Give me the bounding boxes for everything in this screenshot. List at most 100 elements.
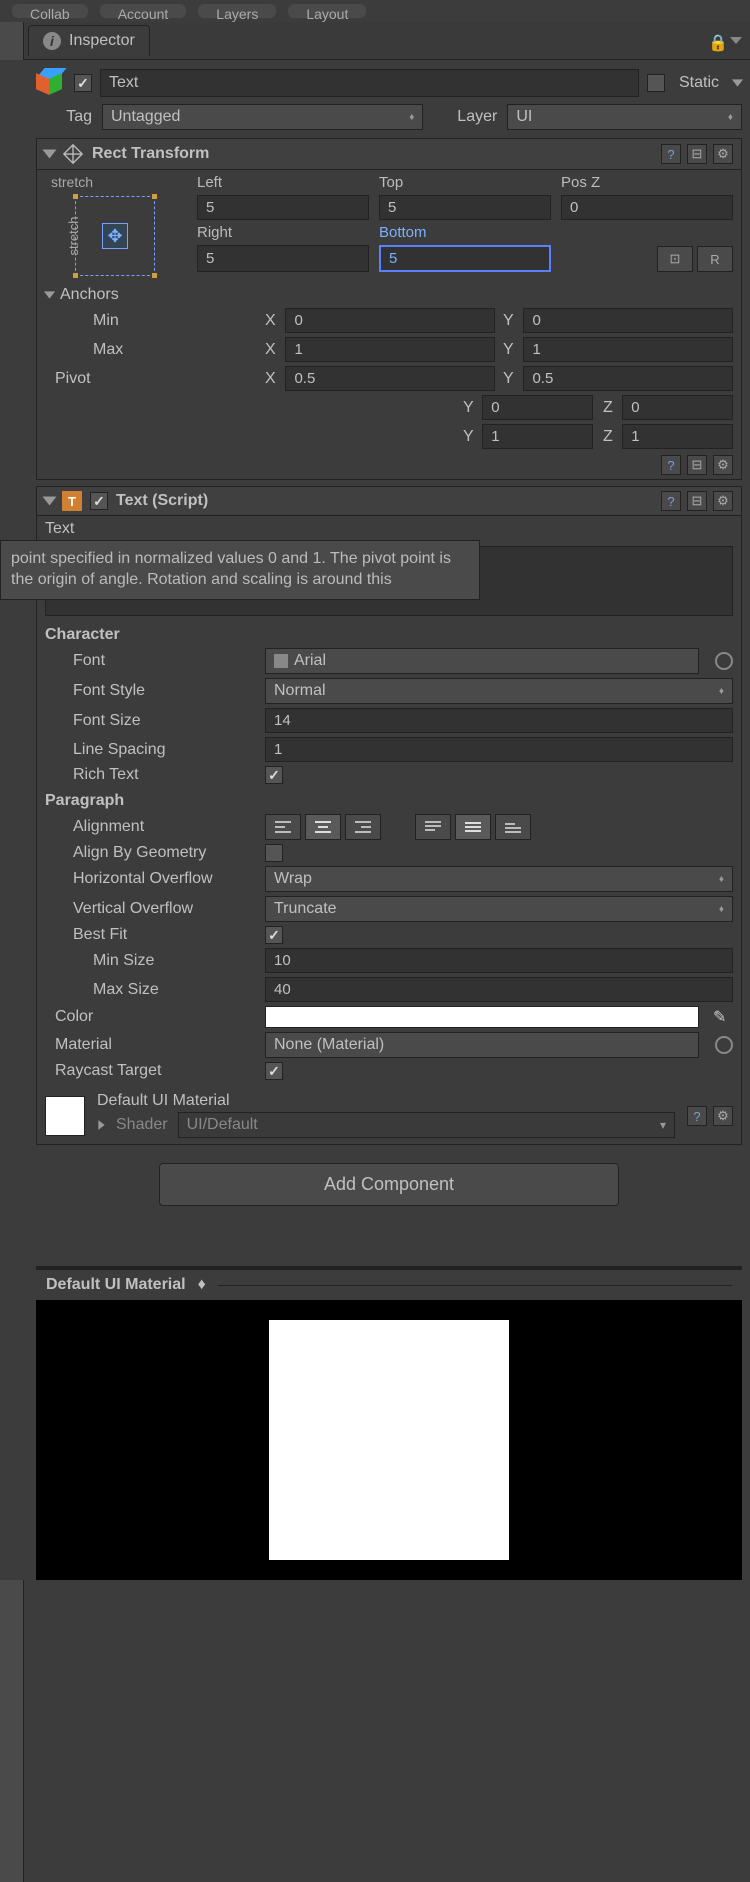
material-label: Material bbox=[45, 1036, 255, 1054]
gameobject-name-input[interactable] bbox=[100, 69, 639, 97]
max-size-input[interactable] bbox=[265, 977, 733, 1002]
font-size-input[interactable] bbox=[265, 708, 733, 733]
raw-edit-button[interactable]: R bbox=[697, 246, 733, 272]
bottom-input[interactable] bbox=[379, 245, 551, 272]
foldout-icon bbox=[44, 291, 55, 298]
font-label: Font bbox=[45, 652, 255, 670]
panel-options-icon[interactable] bbox=[730, 37, 742, 44]
material-section: Default UI Material Shader UI/Default▾ ?… bbox=[37, 1082, 741, 1144]
anchor-max-x-input[interactable] bbox=[285, 337, 495, 362]
gameobject-header: Static bbox=[36, 64, 742, 102]
shader-label: Shader bbox=[116, 1116, 168, 1134]
tab-inspector[interactable]: i Inspector bbox=[28, 25, 150, 56]
blueprint-mode-button[interactable]: ⊡ bbox=[657, 246, 693, 272]
pivot-x-input[interactable] bbox=[285, 366, 495, 391]
left-input[interactable] bbox=[197, 195, 369, 220]
gear-icon[interactable]: ⚙ bbox=[713, 491, 733, 511]
text-component-title: Text (Script) bbox=[116, 492, 208, 510]
preview-drag-handle[interactable]: ♦ bbox=[198, 1276, 206, 1294]
toolbar-layout[interactable]: Layout bbox=[288, 4, 366, 18]
help-icon[interactable]: ? bbox=[661, 455, 681, 475]
horizontal-overflow-label: Horizontal Overflow bbox=[45, 870, 255, 888]
min-size-input[interactable] bbox=[265, 948, 733, 973]
layer-dropdown[interactable]: UI bbox=[507, 104, 742, 130]
gameobject-active-checkbox[interactable] bbox=[74, 74, 92, 92]
bottom-label: Bottom bbox=[379, 224, 551, 241]
static-checkbox[interactable] bbox=[647, 74, 665, 92]
cube-icon[interactable] bbox=[36, 68, 66, 98]
static-dropdown-icon[interactable] bbox=[732, 79, 743, 86]
shader-dropdown[interactable]: UI/Default▾ bbox=[178, 1112, 675, 1138]
font-asset-icon bbox=[274, 654, 288, 668]
line-spacing-label: Line Spacing bbox=[45, 741, 255, 759]
align-left-button[interactable] bbox=[265, 814, 301, 840]
anchor-preset-button[interactable]: stretch ✥ bbox=[75, 196, 155, 276]
scale-y-input[interactable] bbox=[482, 424, 593, 449]
best-fit-checkbox[interactable] bbox=[265, 926, 283, 944]
right-input[interactable] bbox=[197, 245, 369, 272]
align-by-geometry-checkbox[interactable] bbox=[265, 844, 283, 862]
font-field[interactable]: Arial bbox=[265, 648, 699, 674]
eyedropper-icon[interactable]: ✎ bbox=[713, 1007, 733, 1027]
tag-layer-row: Tag Untagged Layer UI bbox=[36, 102, 742, 132]
toolbar-layers[interactable]: Layers bbox=[198, 4, 276, 18]
anchor-min-y-input[interactable] bbox=[523, 308, 733, 333]
lock-icon[interactable]: 🔒 bbox=[708, 33, 724, 49]
rotation-z-input[interactable] bbox=[622, 395, 733, 420]
horizontal-overflow-dropdown[interactable]: Wrap bbox=[265, 866, 733, 892]
material-field[interactable]: None (Material) bbox=[265, 1032, 699, 1058]
tag-label: Tag bbox=[36, 108, 92, 126]
anchor-max-y-input[interactable] bbox=[523, 337, 733, 362]
help-icon[interactable]: ? bbox=[661, 491, 681, 511]
anchor-min-x-input[interactable] bbox=[285, 308, 495, 333]
inspector-panel: Static Tag Untagged Layer UI Rect Transf… bbox=[0, 60, 750, 1580]
foldout-icon[interactable] bbox=[98, 1120, 104, 1130]
rotation-y-input[interactable] bbox=[482, 395, 593, 420]
preset-icon[interactable]: ⊟ bbox=[687, 455, 707, 475]
x-label: X bbox=[265, 370, 279, 388]
gear-icon[interactable]: ⚙ bbox=[713, 455, 733, 475]
align-right-button[interactable] bbox=[345, 814, 381, 840]
align-middle-button[interactable] bbox=[455, 814, 491, 840]
text-enabled-checkbox[interactable] bbox=[90, 492, 108, 510]
font-size-label: Font Size bbox=[45, 712, 255, 730]
font-style-dropdown[interactable]: Normal bbox=[265, 678, 733, 704]
object-picker-icon[interactable] bbox=[715, 1036, 733, 1054]
line-spacing-input[interactable] bbox=[265, 737, 733, 762]
posz-input[interactable] bbox=[561, 195, 733, 220]
rect-transform-header[interactable]: Rect Transform ? ⊟ ⚙ bbox=[37, 139, 741, 170]
toolbar-collab[interactable]: Collab bbox=[12, 4, 88, 18]
vertical-overflow-label: Vertical Overflow bbox=[45, 900, 255, 918]
anchor-top-label: stretch bbox=[45, 174, 185, 190]
scale-z-input[interactable] bbox=[622, 424, 733, 449]
help-icon[interactable]: ? bbox=[687, 1106, 707, 1126]
color-field[interactable] bbox=[265, 1006, 699, 1028]
posz-label: Pos Z bbox=[561, 174, 733, 191]
top-input[interactable] bbox=[379, 195, 551, 220]
preview-material-quad bbox=[269, 1320, 509, 1560]
vertical-overflow-dropdown[interactable]: Truncate bbox=[265, 896, 733, 922]
tag-dropdown[interactable]: Untagged bbox=[102, 104, 423, 130]
toolbar-account[interactable]: Account bbox=[100, 4, 187, 18]
anchors-foldout[interactable]: Anchors bbox=[37, 284, 741, 306]
align-bottom-button[interactable] bbox=[495, 814, 531, 840]
text-component-header[interactable]: T Text (Script) ? ⊟ ⚙ bbox=[37, 487, 741, 516]
preset-icon[interactable]: ⊟ bbox=[687, 491, 707, 511]
raycast-target-checkbox[interactable] bbox=[265, 1062, 283, 1080]
right-label: Right bbox=[197, 224, 369, 241]
rich-text-checkbox[interactable] bbox=[265, 766, 283, 784]
preview-viewport[interactable] bbox=[36, 1300, 742, 1580]
gear-icon[interactable]: ⚙ bbox=[713, 1106, 733, 1126]
pivot-y-input[interactable] bbox=[523, 366, 733, 391]
add-component-button[interactable]: Add Component bbox=[159, 1163, 619, 1206]
foldout-icon bbox=[43, 497, 57, 506]
material-thumbnail bbox=[45, 1096, 85, 1136]
object-picker-icon[interactable] bbox=[715, 652, 733, 670]
tab-inspector-label: Inspector bbox=[69, 32, 135, 50]
align-top-button[interactable] bbox=[415, 814, 451, 840]
help-icon[interactable]: ? bbox=[661, 144, 681, 164]
paragraph-section-title: Paragraph bbox=[37, 786, 741, 812]
gear-icon[interactable]: ⚙ bbox=[713, 144, 733, 164]
align-center-button[interactable] bbox=[305, 814, 341, 840]
preset-icon[interactable]: ⊟ bbox=[687, 144, 707, 164]
